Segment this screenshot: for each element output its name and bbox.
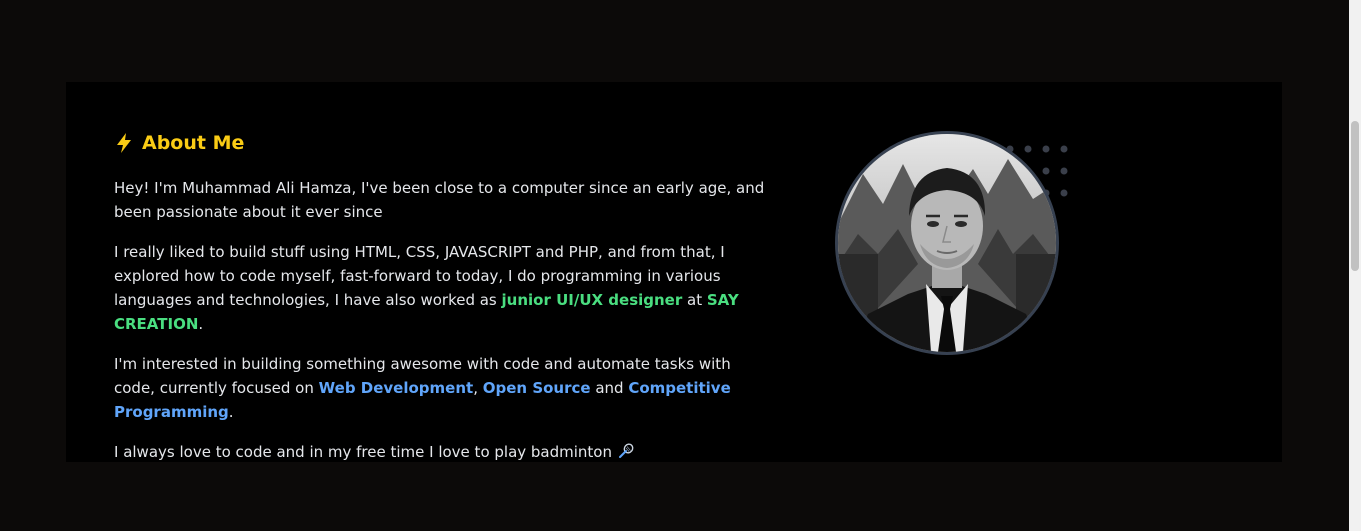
hobby-text: I always love to code and in my free tim… [114, 443, 612, 461]
page-scrollbar[interactable] [1349, 0, 1361, 531]
about-title: About Me [142, 132, 245, 154]
hobby-paragraph: I always love to code and in my free tim… [114, 440, 774, 464]
page: About Me Hey! I'm Muhammad Ali Hamza, I'… [0, 0, 1349, 531]
focus-open-source: Open Source [482, 379, 591, 397]
role-highlight: junior UI/UX designer [501, 291, 683, 309]
interests-sep-1: , [473, 379, 483, 397]
intro-text: Hey! I'm Muhammad Ali Hamza, I've been c… [114, 179, 765, 221]
experience-end: . [198, 315, 204, 333]
experience-paragraph: I really liked to build stuff using HTML… [114, 240, 774, 336]
scrollbar-thumb[interactable] [1351, 121, 1359, 271]
focus-web-development: Web Development [318, 379, 474, 397]
intro-paragraph: Hey! I'm Muhammad Ali Hamza, I've been c… [114, 176, 774, 224]
about-section: About Me Hey! I'm Muhammad Ali Hamza, I'… [66, 82, 1282, 462]
interests-sep-2: and [590, 379, 629, 397]
about-text: Hey! I'm Muhammad Ali Hamza, I've been c… [114, 176, 774, 480]
interests-end: . [228, 403, 234, 421]
badminton-racket-icon [618, 442, 634, 458]
lightning-bolt-icon [114, 132, 134, 154]
profile-photo [835, 131, 1059, 355]
interests-paragraph: I'm interested in building something awe… [114, 352, 774, 424]
about-heading: About Me [114, 132, 244, 154]
experience-connector: at [682, 291, 707, 309]
